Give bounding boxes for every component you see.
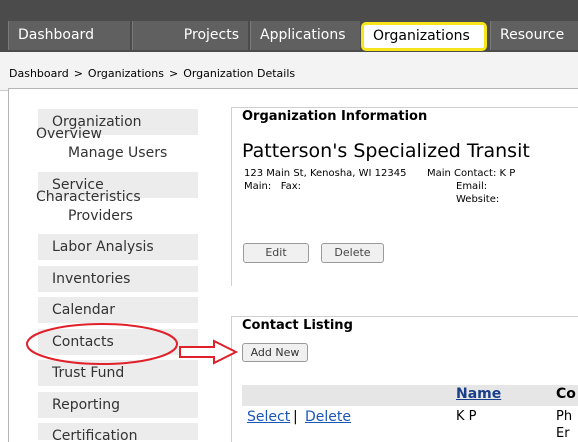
email-label: Email: — [456, 181, 488, 192]
sidebar-item-calendar[interactable]: Calendar — [38, 297, 198, 324]
tab-dashboard[interactable]: Dashboard — [8, 21, 130, 50]
sidebar-item-labor-analysis[interactable]: Labor Analysis — [38, 234, 198, 261]
select-link[interactable]: Select — [247, 409, 290, 425]
sidebar-item-reporting[interactable]: Reporting — [38, 392, 198, 419]
column-header-name[interactable]: Name — [456, 386, 501, 402]
sidebar-item-label: Contacts — [52, 334, 114, 350]
tab-projects[interactable]: Projects — [132, 21, 248, 50]
contact-email-cell: Er — [556, 426, 570, 441]
column-header-contact: Co — [556, 386, 576, 402]
add-new-button[interactable]: Add New — [242, 343, 308, 362]
sidebar-item-service-characteristics[interactable]: Service Characteristics — [36, 172, 198, 205]
contact-table-header — [242, 385, 578, 406]
breadcrumb: Dashboard > Organizations > Organization Det… — [9, 67, 295, 80]
sidebar-item-label: Calendar — [52, 302, 115, 318]
tab-organizations[interactable]: Organizations — [361, 22, 487, 51]
sidebar-item-organization-overview[interactable]: Organization Overview — [36, 109, 198, 142]
organization-name: Patterson's Specialized Transit — [242, 140, 530, 162]
delete-link[interactable]: Delete — [305, 409, 351, 425]
main-contact: Main Contact: K P — [427, 168, 516, 179]
breadcrumb-separator: > — [168, 67, 179, 80]
organization-address: 123 Main St, Kenosha, WI 12345 — [244, 168, 407, 179]
website-label: Website: — [456, 194, 500, 205]
breadcrumb-separator: > — [73, 67, 83, 80]
fax-label: Fax: — [280, 181, 302, 192]
delete-button[interactable]: Delete — [321, 243, 384, 263]
organization-phone: Main: Fax: — [244, 181, 301, 192]
breadcrumb-dashboard[interactable]: Dashboard — [9, 67, 69, 80]
sidebar-item-label: Labor Analysis — [52, 239, 154, 255]
sidebar-item-inventories[interactable]: Inventories — [38, 266, 198, 293]
sidebar-item-label: Certification — [52, 428, 138, 441]
tab-applications[interactable]: Applications — [250, 21, 360, 50]
sidebar-item-label: Providers — [68, 208, 133, 224]
main-phone-label: Main: — [244, 181, 272, 192]
breadcrumb-organizations[interactable]: Organizations — [88, 67, 164, 80]
sidebar-item-label: Manage Users — [68, 145, 168, 161]
contact-phone-cell: Ph — [556, 409, 573, 424]
breadcrumb-organization-details: Organization Details — [183, 67, 296, 80]
organization-info-legend: Organization Information — [238, 109, 432, 124]
sidebar-item-label: Inventories — [52, 271, 131, 287]
sidebar-item-providers[interactable]: Providers — [38, 203, 198, 230]
sidebar-item-label: Trust Fund — [52, 365, 125, 381]
sidebar-item-manage-users[interactable]: Manage Users — [38, 140, 198, 167]
action-separator: | — [293, 409, 298, 425]
sidebar-item-trust-fund[interactable]: Trust Fund — [38, 360, 198, 387]
contact-name-cell: K P — [456, 409, 477, 424]
contact-listing-legend: Contact Listing — [238, 318, 357, 333]
sidebar-item-contacts[interactable]: Contacts — [38, 329, 198, 356]
edit-button[interactable]: Edit — [243, 243, 309, 263]
sidebar-item-certification[interactable]: Certification — [38, 423, 198, 441]
sidebar-item-label: Reporting — [52, 397, 121, 413]
tab-resource[interactable]: Resource — [490, 21, 578, 50]
